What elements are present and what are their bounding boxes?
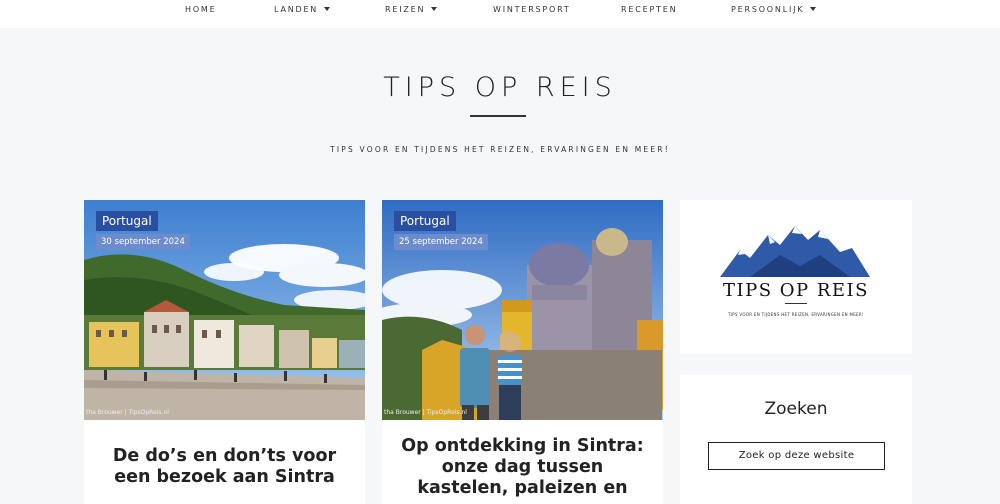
chevron-down-icon [431, 7, 438, 11]
nav-item-landen[interactable]: LANDEN [274, 5, 331, 14]
nav-item-label: PERSOONLIJK [731, 5, 805, 14]
post-card: Portugal 25 september 2024 tha Brouwer |… [382, 200, 663, 504]
photo-credit: tha Brouwer | TipsOpReis.nl [86, 409, 169, 416]
post-title[interactable]: De do’s en don’ts voor een bezoek aan Si… [98, 446, 351, 488]
nav-item-label: WINTERSPORT [493, 5, 571, 14]
logo-text: TIPS OP REIS [722, 280, 869, 301]
nav-item-persoonlijk[interactable]: PERSOONLIJK [731, 5, 817, 14]
date-badge: 30 september 2024 [96, 234, 190, 250]
date-badge: 25 september 2024 [394, 234, 488, 250]
logo-tagline: TIPS VOOR EN TIJDENS HET REIZEN, ERVARIN… [728, 312, 864, 317]
photo-credit: tha Brouwer | TipsOpReis.nl [384, 409, 467, 416]
chevron-down-icon [324, 7, 331, 11]
search-heading: Zoeken [764, 399, 828, 419]
site-tagline: TIPS VOOR EN TIJDENS HET REIZEN, ERVARIN… [330, 145, 670, 154]
site-title[interactable]: TIPS OP REIS [0, 72, 1000, 103]
nav-item-recepten[interactable]: RECEPTEN [621, 5, 677, 14]
post-thumbnail[interactable]: Portugal 30 september 2024 tha Brouwer |… [84, 200, 365, 420]
post-thumbnail[interactable]: Portugal 25 september 2024 tha Brouwer |… [382, 200, 663, 420]
search-button[interactable]: Zoek op deze website [708, 442, 885, 470]
logo-divider [785, 303, 807, 304]
mountain-logo-icon[interactable] [680, 200, 912, 290]
nav-item-label: LANDEN [274, 5, 319, 14]
sintra-town-photo [84, 200, 365, 420]
sidebar-search-widget: Zoeken Zoek op deze website [680, 375, 912, 504]
nav-item-label: HOME [185, 5, 217, 14]
pena-palace-photo [382, 200, 663, 420]
nav-item-label: REIZEN [385, 5, 426, 14]
category-badge[interactable]: Portugal [96, 211, 158, 231]
nav-item-wintersport[interactable]: WINTERSPORT [493, 5, 571, 14]
chevron-down-icon [810, 7, 817, 11]
top-navigation: HOME LANDEN REIZEN WINTERSPORT RECEPTEN … [0, 0, 1000, 28]
category-badge[interactable]: Portugal [394, 211, 456, 231]
nav-item-home[interactable]: HOME [185, 5, 216, 14]
post-title[interactable]: Op ontdekking in Sintra: onze dag tussen… [396, 436, 649, 504]
post-card: Portugal 30 september 2024 tha Brouwer |… [84, 200, 365, 504]
nav-item-reizen[interactable]: REIZEN [385, 5, 438, 14]
nav-item-label: RECEPTEN [621, 5, 678, 14]
title-divider [470, 115, 526, 117]
sidebar-logo-widget: TIPS OP REIS TIPS VOOR EN TIJDENS HET RE… [680, 200, 912, 354]
